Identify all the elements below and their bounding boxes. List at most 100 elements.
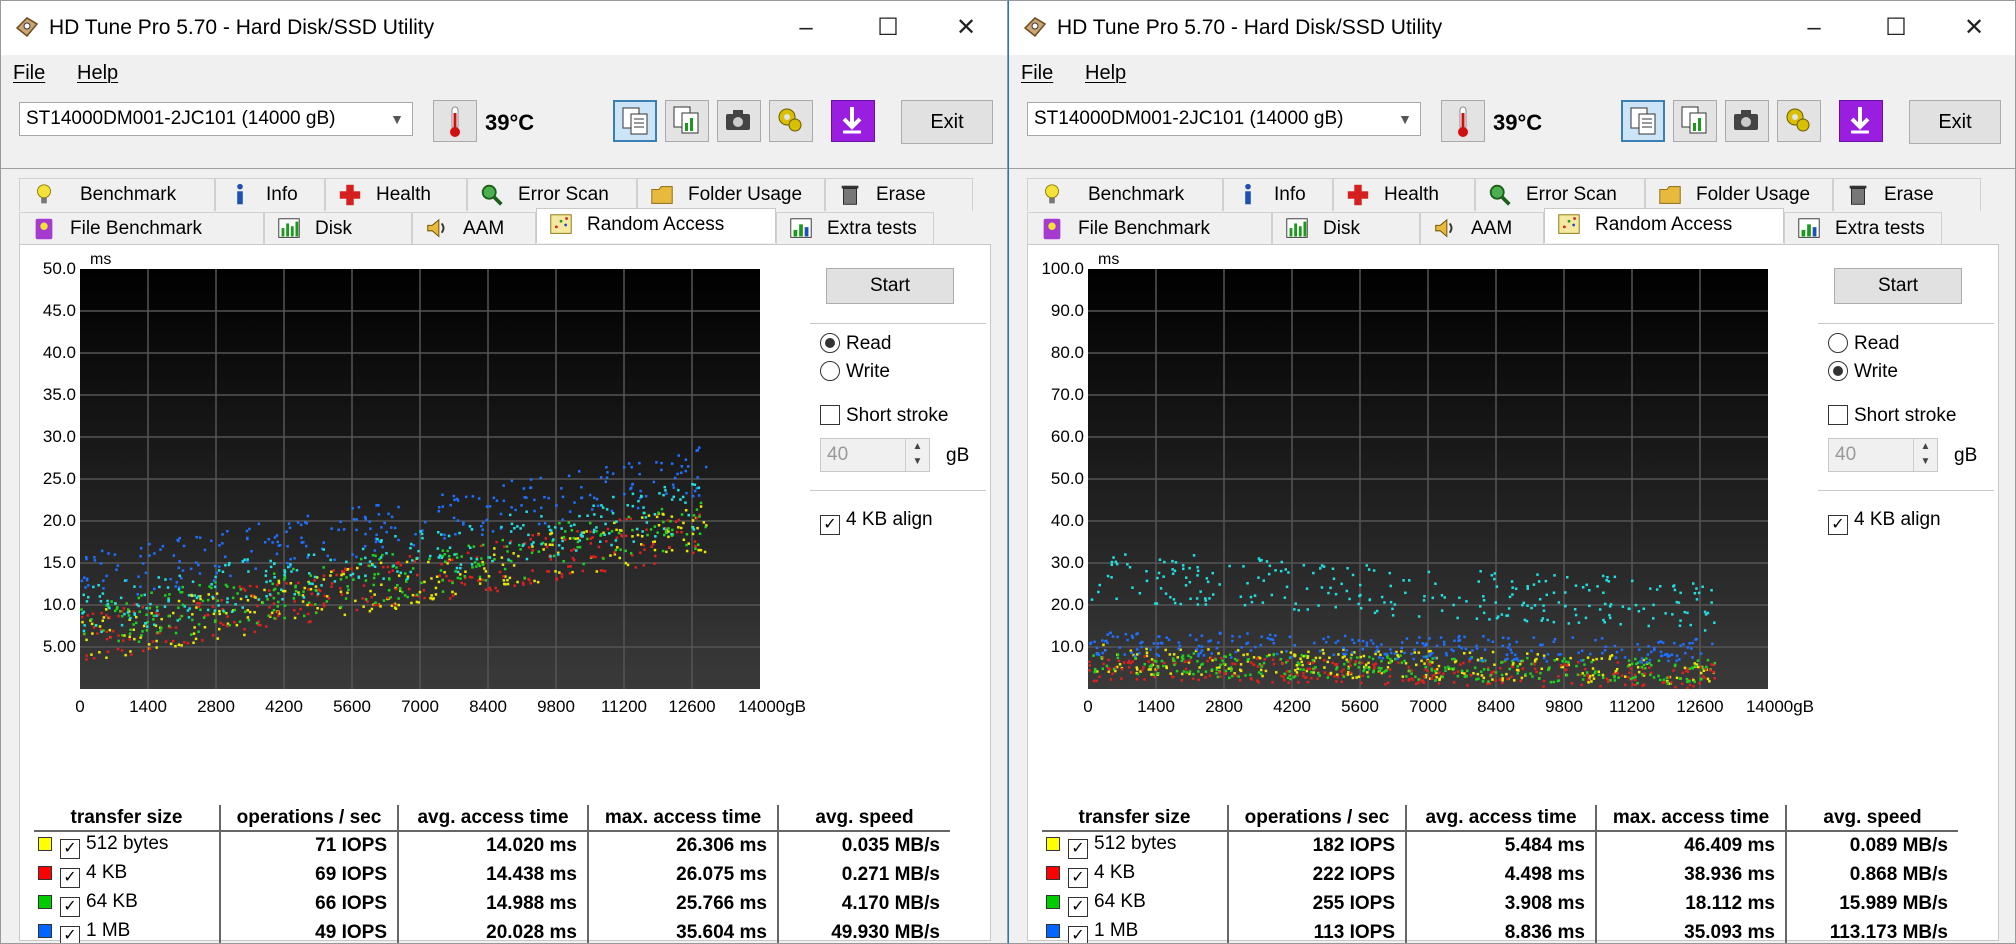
menu-help[interactable]: Help — [1085, 62, 1126, 85]
tab-extra-tests[interactable]: Extra tests — [1784, 212, 1942, 245]
title-bar[interactable]: HD Tune Pro 5.70 - Hard Disk/SSD Utility… — [1, 1, 1007, 55]
data-point — [206, 608, 210, 612]
tab-aam[interactable]: AAM — [412, 212, 536, 245]
tab-health[interactable]: Health — [325, 178, 467, 211]
stepper-arrows-icon[interactable]: ▲ ▼ — [905, 439, 929, 471]
short-stroke-stepper[interactable]: 40 ▲ ▼ — [1828, 438, 1938, 472]
close-icon[interactable]: ✕ — [1949, 9, 1999, 47]
tab-random-access[interactable]: Random Access — [1544, 208, 1784, 243]
start-button[interactable]: Start — [1834, 268, 1962, 304]
maximize-icon[interactable]: ☐ — [863, 9, 913, 47]
save-button[interactable] — [831, 100, 875, 142]
align-checkbox[interactable]: ✓ 4 KB align — [820, 509, 933, 535]
series-checkbox[interactable]: ✓ — [1068, 896, 1088, 917]
data-point — [1289, 651, 1293, 654]
data-point — [1713, 677, 1716, 680]
tab-erase[interactable]: Erase — [825, 178, 973, 211]
data-point — [1283, 678, 1286, 682]
data-point — [1147, 660, 1150, 663]
copy-graph-button[interactable] — [1673, 100, 1717, 142]
write-radio[interactable]: Write — [1828, 361, 1898, 383]
data-point — [296, 612, 300, 615]
stepper-arrows-icon[interactable]: ▲ ▼ — [1913, 439, 1937, 471]
data-point — [1089, 641, 1093, 644]
data-point — [1663, 681, 1666, 684]
options-button[interactable] — [1777, 100, 1821, 142]
menu-file[interactable]: File — [13, 62, 45, 85]
tab-benchmark[interactable]: Benchmark — [19, 178, 215, 211]
data-point — [1297, 609, 1300, 612]
data-point — [1148, 665, 1152, 668]
row-label: ✓ 4 KB — [1042, 860, 1228, 889]
series-checkbox[interactable]: ✓ — [60, 925, 80, 943]
screenshot-button[interactable] — [1725, 100, 1769, 142]
tab-info[interactable]: Info — [1223, 178, 1333, 211]
menu-file[interactable]: File — [1021, 62, 1053, 85]
write-radio[interactable]: Write — [820, 361, 890, 383]
data-point — [1230, 669, 1233, 672]
options-button[interactable] — [769, 100, 813, 142]
data-point — [248, 584, 252, 588]
tab-disk-monitor[interactable]: Disk monitor — [264, 212, 412, 271]
data-point — [1510, 580, 1514, 583]
tab-file-benchmark[interactable]: File Benchmark — [19, 212, 264, 245]
data-point — [218, 612, 221, 616]
data-point — [575, 549, 578, 552]
tab-disk-monitor[interactable]: Disk monitor — [1272, 212, 1420, 271]
data-point — [422, 589, 425, 592]
data-point — [557, 553, 560, 556]
copy-graph-button[interactable] — [665, 100, 709, 142]
screenshot-button[interactable] — [717, 100, 761, 142]
data-point — [592, 504, 595, 507]
maximize-icon[interactable]: ☐ — [1871, 9, 1921, 47]
short-stroke-stepper[interactable]: 40 ▲ ▼ — [820, 438, 930, 472]
tab-random-access[interactable]: Random Access — [536, 208, 776, 243]
read-radio[interactable]: Read — [1828, 333, 1899, 355]
align-checkbox[interactable]: ✓ 4 KB align — [1828, 509, 1941, 535]
drive-select[interactable]: ST14000DM001-2JC101 (14000 gB) ▼ — [19, 102, 413, 136]
tab-folder-usage[interactable]: Folder Usage — [1645, 178, 1833, 211]
data-point — [339, 520, 342, 523]
menu-help[interactable]: Help — [77, 62, 118, 85]
close-icon[interactable]: ✕ — [941, 9, 991, 47]
data-point — [500, 556, 504, 559]
drive-select[interactable]: ST14000DM001-2JC101 (14000 gB) ▼ — [1027, 102, 1421, 136]
data-point — [1614, 656, 1618, 659]
data-point — [435, 575, 439, 578]
minimize-icon[interactable]: – — [781, 9, 831, 47]
tab-error-scan[interactable]: Error Scan — [467, 178, 637, 211]
copy-text-button[interactable] — [613, 100, 657, 142]
tab-error-scan[interactable]: Error Scan — [1475, 178, 1645, 211]
minimize-icon[interactable]: – — [1789, 9, 1839, 47]
tab-extra-tests[interactable]: Extra tests — [776, 212, 934, 245]
copy-text-button[interactable] — [1621, 100, 1665, 142]
data-point — [1452, 649, 1455, 653]
read-radio[interactable]: Read — [820, 333, 891, 355]
series-checkbox[interactable]: ✓ — [60, 867, 80, 888]
data-point — [201, 599, 205, 603]
tab-info[interactable]: Info — [215, 178, 325, 211]
exit-button[interactable]: Exit — [901, 100, 993, 144]
tab-benchmark[interactable]: Benchmark — [1027, 178, 1223, 211]
series-checkbox[interactable]: ✓ — [60, 896, 80, 917]
exit-button[interactable]: Exit — [1909, 100, 2001, 144]
temperature-button[interactable] — [1441, 100, 1485, 142]
temperature-button[interactable] — [433, 100, 477, 142]
series-checkbox[interactable]: ✓ — [1068, 867, 1088, 888]
series-checkbox[interactable]: ✓ — [60, 839, 80, 859]
series-checkbox[interactable]: ✓ — [1068, 839, 1088, 859]
start-button[interactable]: Start — [826, 268, 954, 304]
title-bar[interactable]: HD Tune Pro 5.70 - Hard Disk/SSD Utility… — [1009, 1, 2015, 55]
tab-file-benchmark[interactable]: File Benchmark — [1027, 212, 1272, 245]
short-stroke-checkbox[interactable]: Short stroke — [1828, 405, 1956, 427]
tab-erase[interactable]: Erase — [1833, 178, 1981, 211]
data-point — [1459, 663, 1462, 666]
tab-aam[interactable]: AAM — [1420, 212, 1544, 245]
tab-health[interactable]: Health — [1333, 178, 1475, 211]
save-button[interactable] — [1839, 100, 1883, 142]
tab-folder-usage[interactable]: Folder Usage — [637, 178, 825, 211]
data-point — [215, 571, 218, 575]
series-checkbox[interactable]: ✓ — [1068, 925, 1088, 943]
data-point — [226, 530, 229, 533]
short-stroke-checkbox[interactable]: Short stroke — [820, 405, 948, 427]
